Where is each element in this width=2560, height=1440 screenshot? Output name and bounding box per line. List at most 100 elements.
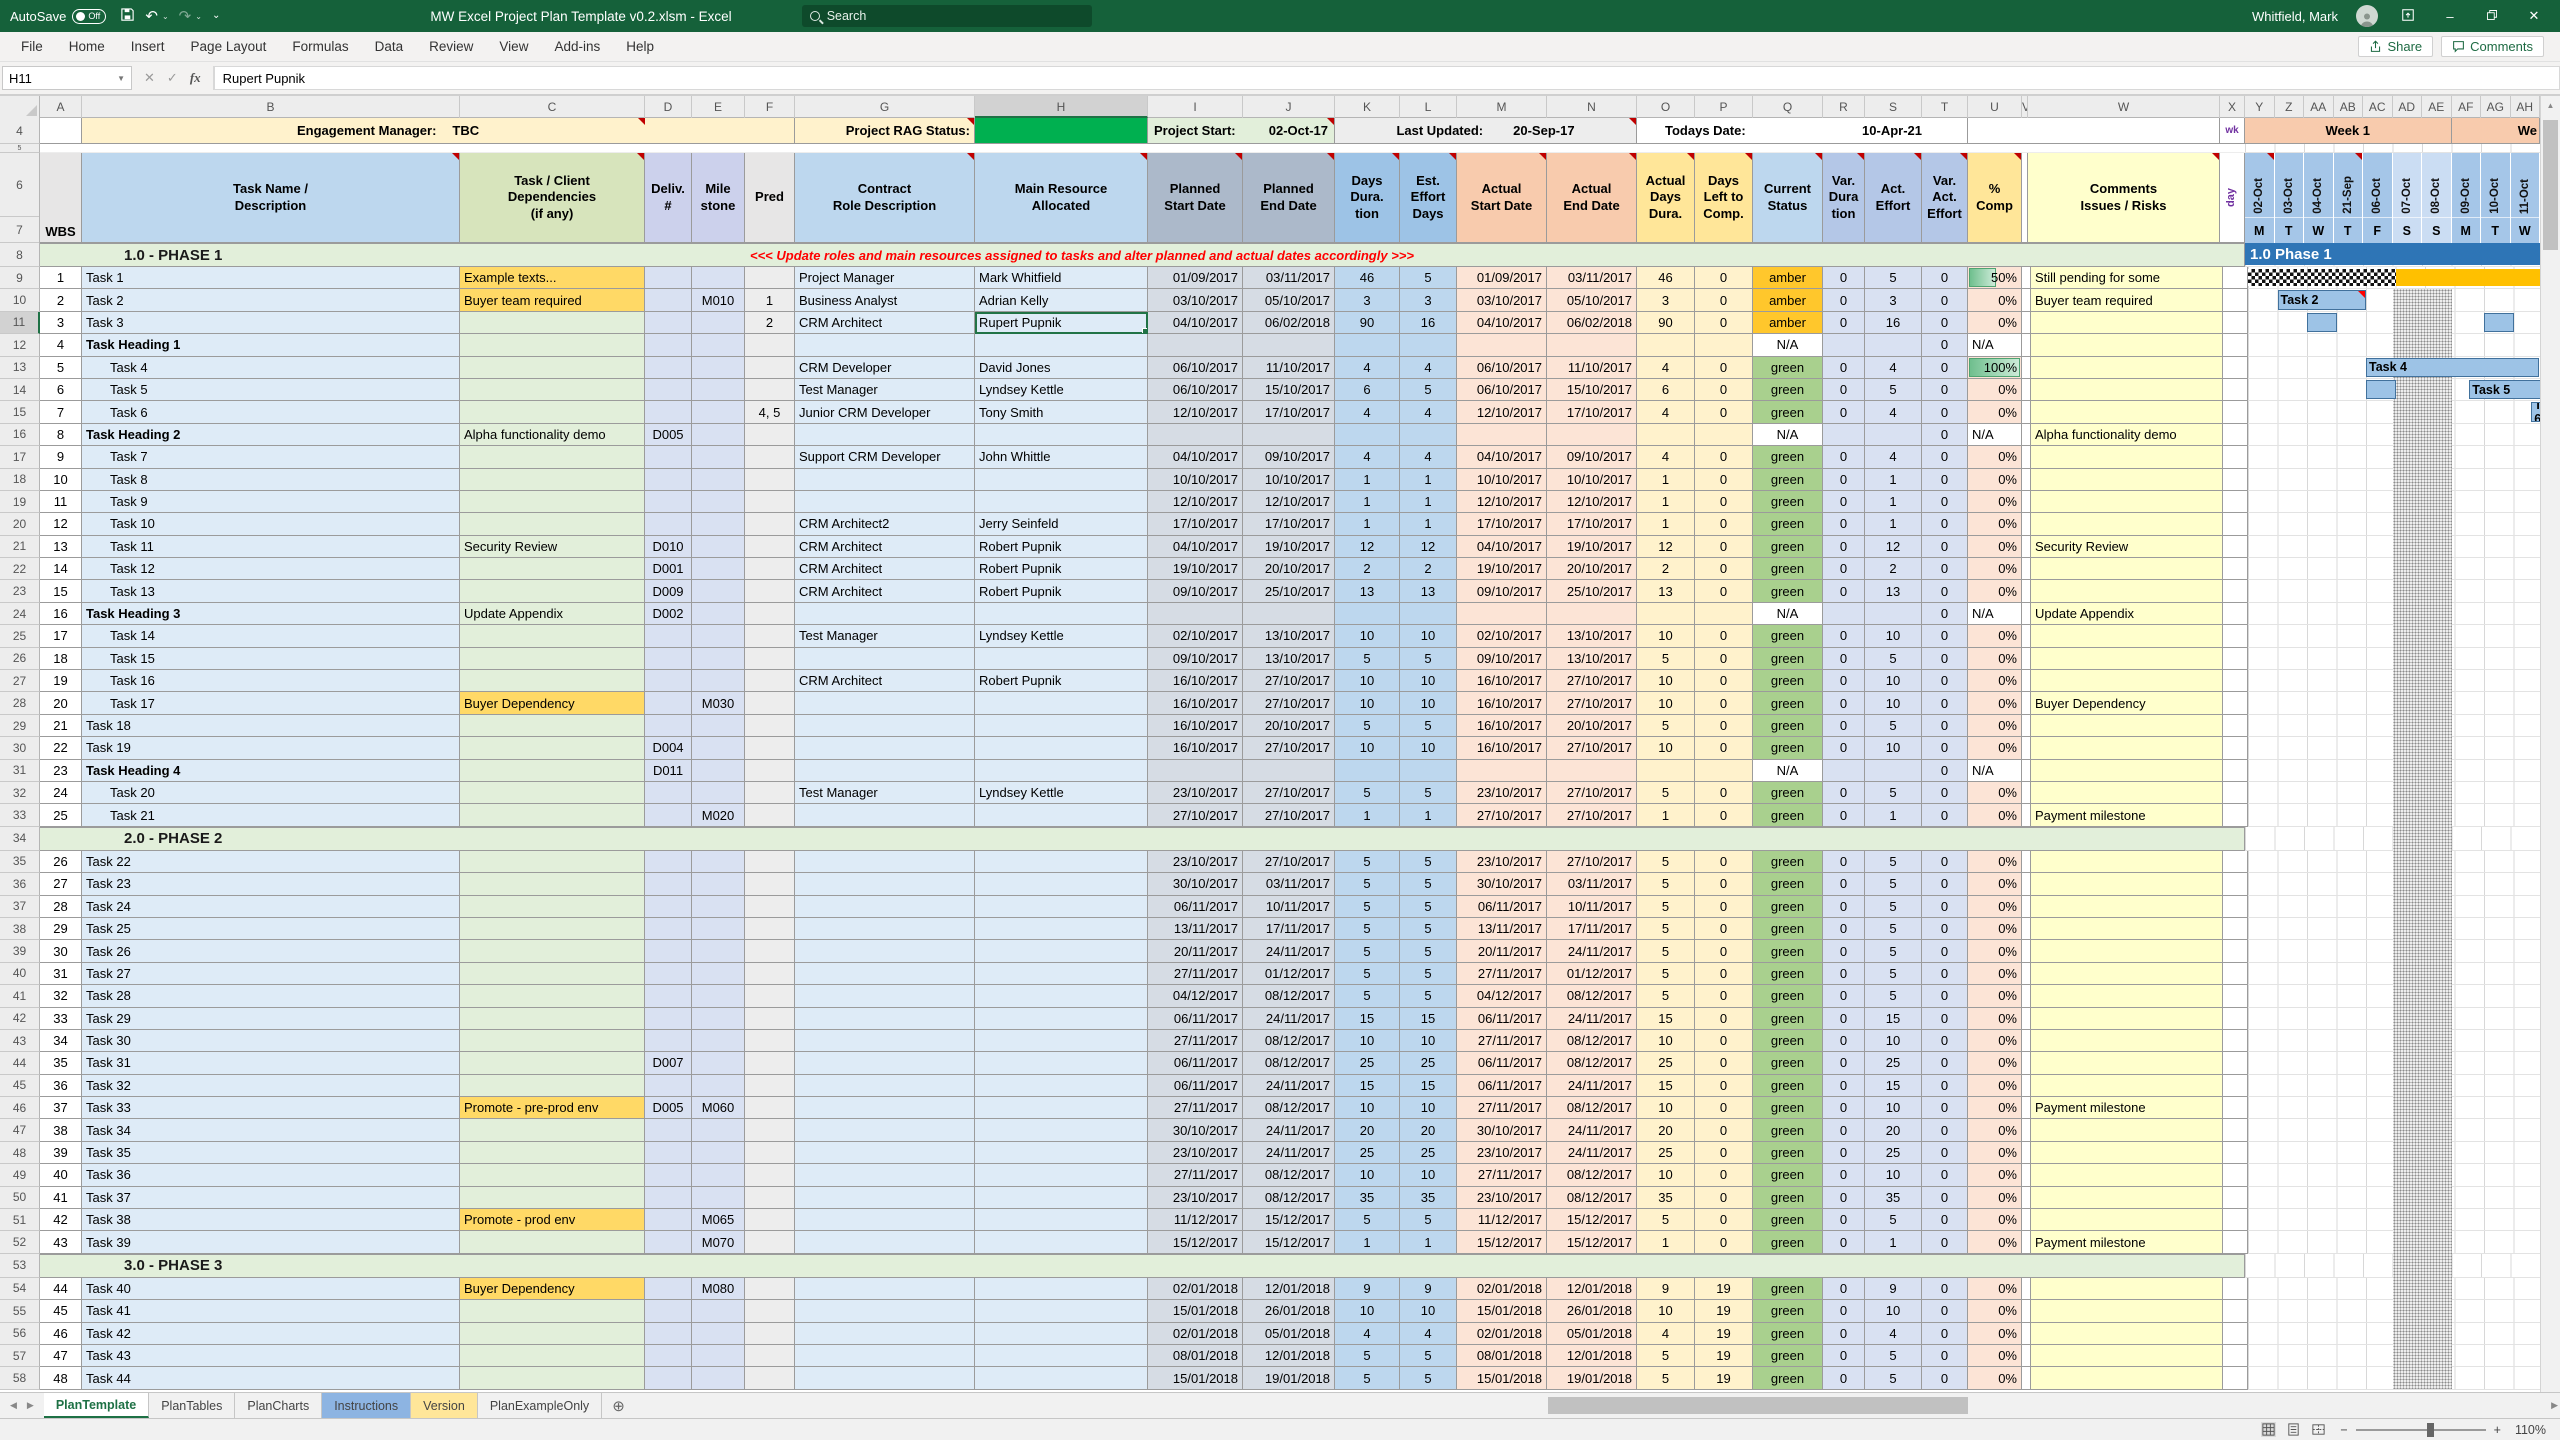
week1-header[interactable]: Week 1 [2245,118,2452,144]
cell-actual-end[interactable]: 08/12/2017 [1547,1029,1637,1053]
cell-days-left[interactable]: 0 [1695,401,1753,424]
cell-status[interactable]: green [1753,873,1823,896]
row-header-42[interactable]: 42 [0,1007,40,1030]
cell-comment[interactable] [2031,1300,2223,1323]
cell-predecessor[interactable] [745,468,795,491]
cell-pct-complete[interactable]: 100% [1968,356,2022,379]
row-header-48[interactable]: 48 [0,1141,40,1165]
cell-dependency[interactable] [460,1074,645,1098]
cell-resource[interactable]: Lyndsey Kettle [975,378,1148,402]
cell-task-name[interactable]: Task 28 [82,985,460,1008]
cell-predecessor[interactable] [745,625,795,648]
cell-planned-end[interactable]: 10/11/2017 [1243,895,1335,918]
cell-var-duration[interactable]: 0 [1823,1141,1865,1165]
cell-dependency[interactable] [460,334,645,357]
cell-days-left[interactable]: 0 [1695,267,1753,290]
cell-planned-start[interactable]: 16/10/2017 [1148,692,1243,715]
cell-est-effort[interactable]: 5 [1400,1344,1457,1368]
cell-actual-end[interactable] [1547,334,1637,357]
row-header-24[interactable]: 24 [0,602,40,626]
cell-wbs[interactable]: 38 [40,1119,82,1142]
cell-wbs[interactable]: 34 [40,1029,82,1053]
cell-var-duration[interactable]: 0 [1823,1074,1865,1098]
cell-var-act-effort[interactable]: 0 [1922,558,1968,581]
cell-days-duration[interactable]: 10 [1335,1029,1400,1053]
cell-dependency[interactable] [460,850,645,874]
cell-dependency[interactable] [460,1141,645,1165]
cell-pct-complete[interactable]: N/A [1968,334,2022,357]
cell-comment[interactable] [2031,647,2223,671]
row-header-52[interactable]: 52 [0,1231,40,1254]
cell-actual-days[interactable]: 1 [1637,468,1695,491]
cell-actual-start[interactable] [1457,423,1547,447]
cell-var-act-effort[interactable]: 0 [1922,1322,1968,1345]
cell-milestone[interactable] [692,759,745,782]
cell-wbs[interactable]: 35 [40,1052,82,1075]
cell-var-act-effort[interactable]: 0 [1922,781,1968,805]
row-header-50[interactable]: 50 [0,1186,40,1210]
gantt-date-column-21-Sep[interactable]: 21-Sep T [2333,153,2363,243]
cell-var-duration[interactable]: 0 [1823,1209,1865,1232]
cell-planned-end[interactable]: 25/10/2017 [1243,580,1335,603]
cell-actual-start[interactable]: 11/12/2017 [1457,1209,1547,1232]
cell-planned-start[interactable] [1148,759,1243,782]
cell-deliverable[interactable] [645,468,692,491]
cell-actual-days[interactable]: 46 [1637,267,1695,290]
cell-milestone[interactable] [692,1119,745,1142]
cell-role[interactable] [795,873,975,896]
cell-planned-start[interactable]: 15/01/2018 [1148,1300,1243,1323]
cell-dependency[interactable] [460,311,645,335]
cell-task-name[interactable]: Task 34 [82,1119,460,1142]
cell-predecessor[interactable] [745,513,795,536]
cell-var-duration[interactable]: 0 [1823,490,1865,514]
cell-actual-start[interactable]: 16/10/2017 [1457,670,1547,693]
cell-est-effort[interactable]: 1 [1400,468,1457,491]
cell-milestone[interactable] [692,1300,745,1323]
cell-est-effort[interactable]: 12 [1400,535,1457,559]
cell-comment[interactable] [2031,781,2223,805]
cell-spacer[interactable] [2022,781,2031,805]
cell-comment[interactable] [2031,759,2223,782]
rag-status-label-cell[interactable]: Project RAG Status: [795,118,975,144]
cell-act-effort[interactable]: 5 [1865,714,1922,738]
cell-predecessor[interactable] [745,1322,795,1345]
cell-wbs[interactable]: 14 [40,558,82,581]
cell-planned-end[interactable]: 24/11/2017 [1243,1141,1335,1165]
cell-actual-start[interactable]: 16/10/2017 [1457,737,1547,760]
cell-actual-days[interactable]: 35 [1637,1186,1695,1210]
cell-var-duration[interactable]: 0 [1823,356,1865,379]
cell-dependency[interactable]: Promote - prod env [460,1209,645,1232]
cell-actual-days[interactable]: 20 [1637,1119,1695,1142]
cell-deliverable[interactable] [645,804,692,827]
cell-actual-start[interactable]: 12/10/2017 [1457,490,1547,514]
cell-act-effort[interactable] [1865,602,1922,626]
cell-comment[interactable] [2031,737,2223,760]
cell-planned-start[interactable]: 12/10/2017 [1148,490,1243,514]
cell-days-left[interactable]: 0 [1695,804,1753,827]
cell-deliverable[interactable] [645,513,692,536]
cell-milestone[interactable] [692,737,745,760]
cell-actual-days[interactable]: 10 [1637,670,1695,693]
cell-role[interactable] [795,895,975,918]
sheet-tab-planexampleonly[interactable]: PlanExampleOnly [477,1393,603,1418]
cell-milestone[interactable] [692,580,745,603]
row-header-12[interactable]: 12 [0,334,40,357]
cell-var-duration[interactable]: 0 [1823,647,1865,671]
cell-planned-start[interactable]: 06/10/2017 [1148,378,1243,402]
cell-role[interactable] [795,1007,975,1030]
cell-planned-start[interactable]: 20/11/2017 [1148,940,1243,963]
cell-planned-start[interactable]: 04/10/2017 [1148,311,1243,335]
cell-dependency[interactable]: Update Appendix [460,602,645,626]
cell-planned-start[interactable]: 27/11/2017 [1148,962,1243,986]
cell-actual-start[interactable] [1457,759,1547,782]
cell-days-left[interactable]: 0 [1695,1052,1753,1075]
cell-actual-days[interactable]: 4 [1637,446,1695,469]
cell-comment[interactable] [2031,850,2223,874]
row-header-32[interactable]: 32 [0,781,40,805]
cell-var-duration[interactable]: 0 [1823,1300,1865,1323]
cell-deliverable[interactable] [645,962,692,986]
cell-wbs[interactable]: 24 [40,781,82,805]
cell-actual-days[interactable]: 15 [1637,1007,1695,1030]
cell-status[interactable]: green [1753,378,1823,402]
cell-role[interactable]: Test Manager [795,625,975,648]
